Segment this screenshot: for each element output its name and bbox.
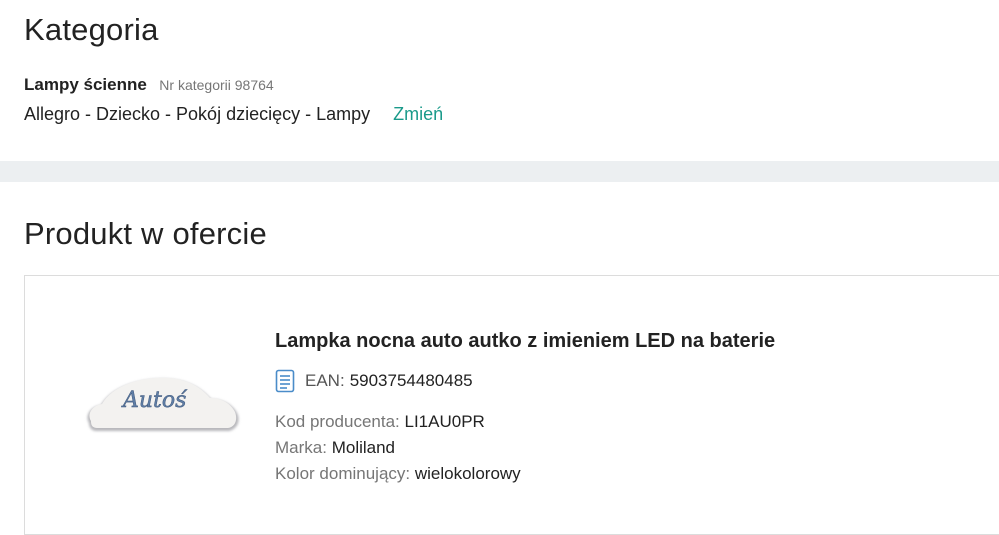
attribute-value: LI1AU0PR	[404, 412, 485, 431]
category-section: Kategoria Lampy ścienne Nr kategorii 987…	[0, 0, 999, 161]
attribute-key: Kod producenta:	[275, 412, 400, 431]
attribute-value: Moliland	[331, 438, 396, 457]
category-name: Lampy ścienne	[24, 75, 147, 94]
ean-label: EAN:	[305, 371, 345, 390]
category-heading: Kategoria	[24, 12, 159, 47]
document-list-icon	[275, 369, 295, 393]
product-image: Autoś	[87, 377, 239, 431]
change-category-link[interactable]: Zmień	[393, 104, 443, 124]
category-number: Nr kategorii 98764	[159, 77, 274, 93]
product-section-heading: Produkt w ofercie	[24, 216, 267, 251]
category-name-row: Lampy ścienne Nr kategorii 98764	[24, 75, 274, 95]
section-divider	[0, 161, 999, 182]
attribute-producer-code: Kod producenta: LI1AU0PR	[275, 412, 485, 432]
product-image-text: Autoś	[121, 388, 188, 413]
product-name: Lampka nocna auto autko z imieniem LED n…	[275, 330, 776, 352]
attribute-key: Kolor dominujący:	[275, 464, 411, 483]
attribute-value: wielokolorowy	[414, 464, 521, 483]
attribute-dominant-color: Kolor dominujący: wielokolorowy	[275, 464, 521, 484]
attribute-brand: Marka: Moliland	[275, 438, 395, 458]
product-card: Autoś Lampka nocna auto autko z imieniem…	[24, 275, 999, 535]
category-breadcrumb: Allegro - Dziecko - Pokój dziecięcy - La…	[24, 104, 443, 125]
ean-row: EAN: 5903754480485	[275, 369, 473, 393]
ean-value: 5903754480485	[349, 371, 473, 390]
attribute-key: Marka:	[275, 438, 327, 457]
product-section: Produkt w ofercie Autoś Lampka nocna aut…	[0, 182, 999, 535]
category-path: Allegro - Dziecko - Pokój dziecięcy - La…	[24, 104, 371, 124]
